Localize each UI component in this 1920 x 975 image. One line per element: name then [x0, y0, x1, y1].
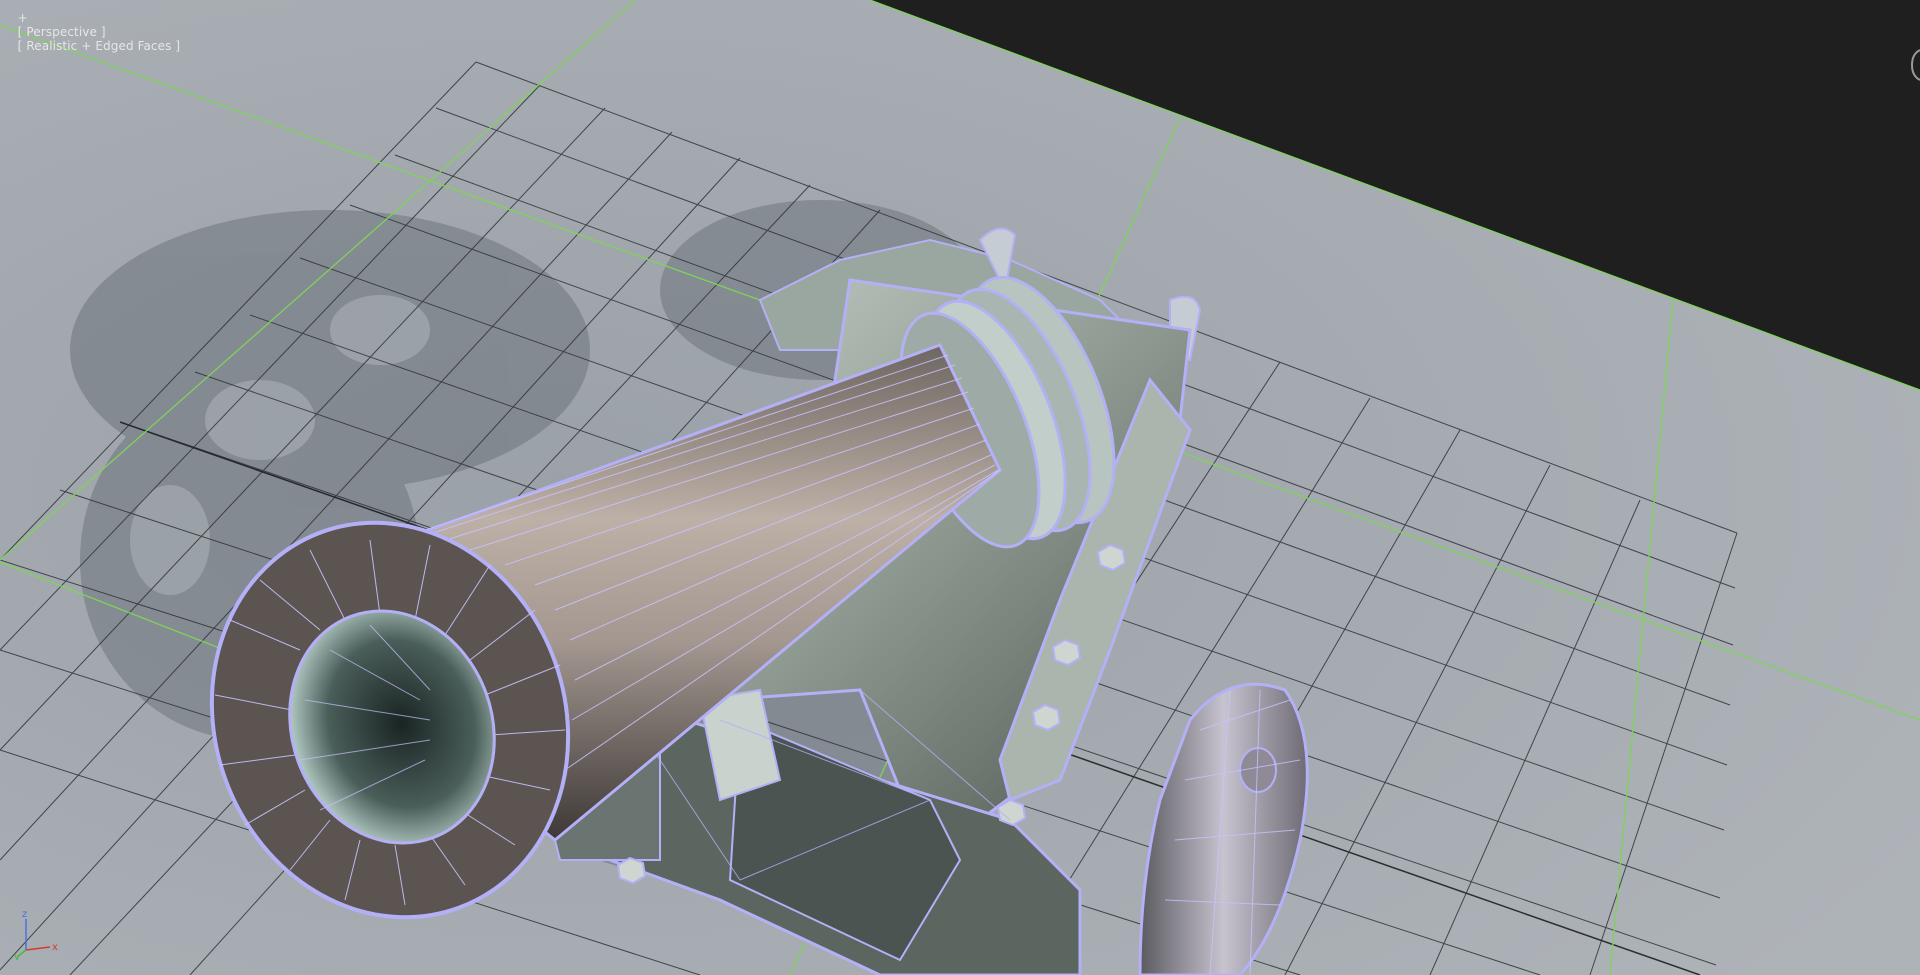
axis-tripod-icon: z x y [14, 909, 58, 960]
viewcube-edge-icon[interactable] [1910, 48, 1920, 82]
viewport-scene[interactable] [0, 0, 1920, 975]
axis-y-label: y [14, 952, 20, 960]
viewport-menu-plus[interactable]: + [18, 11, 28, 25]
viewport-shading-label[interactable]: [ Realistic + Edged Faces ] [18, 39, 181, 53]
viewport-view-label[interactable]: [ Perspective ] [18, 25, 106, 39]
perspective-viewport[interactable]: + [ Perspective ] [ Realistic + Edged Fa… [0, 0, 1920, 975]
axis-x-label: x [52, 942, 58, 953]
axis-z-label: z [22, 909, 27, 920]
viewport-label-menu[interactable]: + [ Perspective ] [ Realistic + Edged Fa… [2, 0, 180, 67]
